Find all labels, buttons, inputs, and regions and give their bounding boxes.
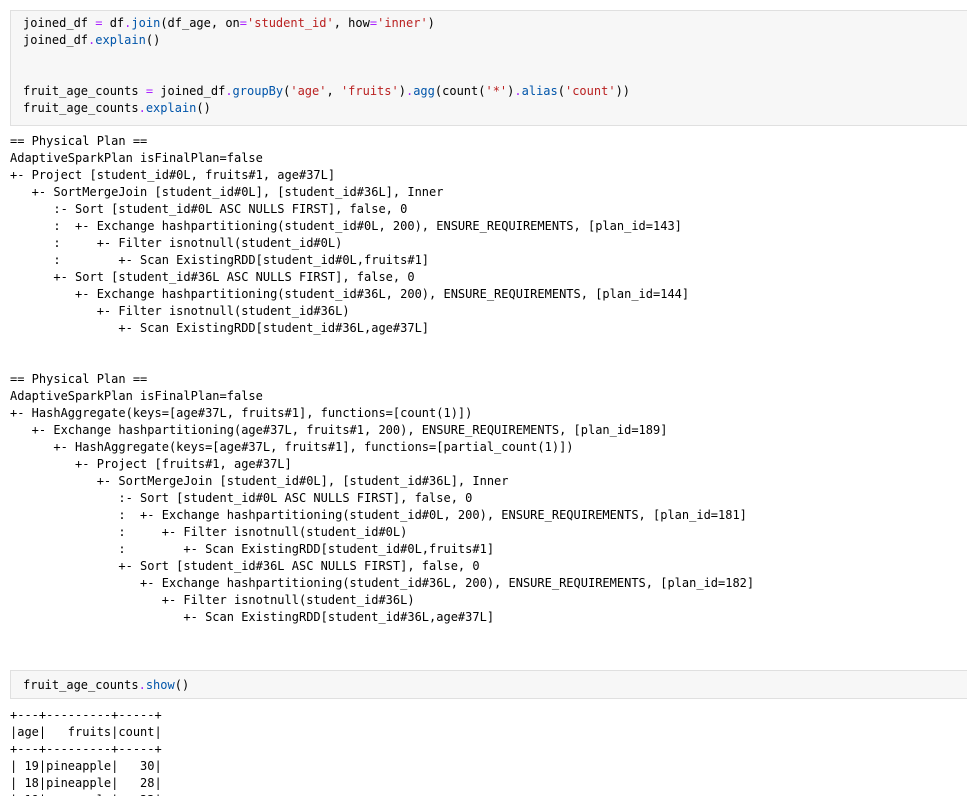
output-line: : +- Exchange hashpartitioning(student_i… [10, 508, 747, 522]
code-token: show [145, 678, 175, 692]
output-line: | 19|pineapple| 30| [10, 759, 162, 773]
code-token: , [326, 84, 341, 98]
code-token: () [174, 678, 190, 692]
plan-output-2: == Physical Plan == AdaptiveSparkPlan isF… [10, 371, 754, 626]
output-line: +- Exchange hashpartitioning(student_id#… [10, 287, 690, 301]
code-token: ( [557, 84, 565, 98]
code-token: fruit_age_counts [23, 678, 139, 692]
code-cell-join-explain[interactable]: joined_df = df.join(df_age, on='student_… [10, 10, 967, 126]
output-line: | 19| apple| 23| [10, 792, 162, 796]
code-token: 'inner' [377, 16, 428, 30]
code-line: fruit_age_counts = joined_df.groupBy('ag… [23, 83, 967, 100]
plan-output-1: == Physical Plan == AdaptiveSparkPlan isF… [10, 133, 689, 337]
output-line: +- Scan ExistingRDD[student_id#36L,age#3… [10, 321, 430, 335]
output-line: AdaptiveSparkPlan isFinalPlan=false [10, 389, 263, 403]
code-token: explain [145, 101, 197, 115]
code-token: . [514, 84, 522, 98]
code-token: joined_df [153, 84, 226, 98]
code-line: joined_df = df.join(df_age, on='student_… [23, 15, 967, 32]
code-token: )) [615, 84, 631, 98]
output-line: +- Filter isnotnull(student_id#36L) [10, 593, 415, 607]
code-cell-show[interactable]: fruit_age_counts.show() [10, 670, 967, 699]
code-token: 'age' [290, 84, 327, 98]
code-line: fruit_age_counts.show() [23, 677, 967, 694]
code-token: ) [427, 16, 435, 30]
output-line: +- Sort [student_id#36L ASC NULLS FIRST]… [10, 559, 480, 573]
output-line: +- HashAggregate(keys=[age#37L, fruits#1… [10, 440, 574, 454]
output-line: :- Sort [student_id#0L ASC NULLS FIRST],… [10, 202, 408, 216]
code-token: = [145, 84, 154, 98]
code-token: (df_age, on [160, 16, 240, 30]
code-token: joined_df [23, 33, 89, 47]
output-line: +- Project [student_id#0L, fruits#1, age… [10, 168, 336, 182]
output-line: +- Exchange hashpartitioning(age#37L, fr… [10, 423, 668, 437]
code-token: alias [521, 84, 558, 98]
code-token: () [196, 101, 211, 115]
output-line: :- Sort [student_id#0L ASC NULLS FIRST],… [10, 491, 473, 505]
code-token: joined_df [23, 16, 96, 30]
code-token: 'fruits' [340, 84, 399, 98]
output-line: : +- Exchange hashpartitioning(student_i… [10, 219, 682, 233]
output-line: : +- Filter isnotnull(student_id#0L) [10, 525, 408, 539]
output-line: |age| fruits|count| [10, 725, 162, 739]
output-line: +---+---------+-----+ [10, 708, 162, 722]
code-token: (count( [434, 84, 486, 98]
code-token: . [225, 84, 233, 98]
code-token: join [131, 16, 161, 30]
code-token: () [145, 33, 161, 47]
code-token: 'student_id' [247, 16, 334, 30]
output-line: +---+---------+-----+ [10, 742, 162, 756]
code-line: fruit_age_counts.explain() [23, 100, 967, 117]
output-line: : +- Filter isnotnull(student_id#0L) [10, 236, 343, 250]
code-token: df [102, 16, 125, 30]
code-token: 'count' [564, 84, 616, 98]
code-token: ) [398, 84, 406, 98]
code-token: fruit_age_counts [23, 84, 146, 98]
code-token: agg [413, 84, 435, 98]
output-line: | 18|pineapple| 28| [10, 776, 162, 790]
output-line: == Physical Plan == [10, 372, 148, 386]
output-line: +- SortMergeJoin [student_id#0L], [stude… [10, 185, 444, 199]
output-line: +- Project [fruits#1, age#37L] [10, 457, 292, 471]
output-line: +- SortMergeJoin [student_id#0L], [stude… [10, 474, 509, 488]
table-output: +---+---------+-----+ |age| fruits|count|… [10, 707, 162, 796]
output-line: AdaptiveSparkPlan isFinalPlan=false [10, 151, 263, 165]
code-line: joined_df.explain() [23, 32, 967, 49]
output-line: +- Sort [student_id#36L ASC NULLS FIRST]… [10, 270, 415, 284]
code-editor[interactable]: joined_df = df.join(df_age, on='student_… [11, 11, 967, 117]
output-line: +- Filter isnotnull(student_id#36L) [10, 304, 350, 318]
output-line: +- HashAggregate(keys=[age#37L, fruits#1… [10, 406, 473, 420]
code-token: . [138, 101, 146, 115]
output-line: : +- Scan ExistingRDD[student_id#0L,frui… [10, 253, 430, 267]
code-token: , how [333, 16, 370, 30]
code-token: explain [95, 33, 146, 47]
output-line: +- Scan ExistingRDD[student_id#36L,age#3… [10, 610, 495, 624]
code-token: groupBy [232, 84, 284, 98]
code-editor[interactable]: fruit_age_counts.show() [11, 671, 967, 694]
code-token: fruit_age_counts [23, 101, 139, 115]
output-line: : +- Scan ExistingRDD[student_id#0L,frui… [10, 542, 495, 556]
code-token: = [239, 16, 248, 30]
output-line: == Physical Plan == [10, 134, 148, 148]
output-line: +- Exchange hashpartitioning(student_id#… [10, 576, 755, 590]
code-token: . [138, 678, 146, 692]
code-token: = [369, 16, 378, 30]
code-token: '*' [485, 84, 508, 98]
